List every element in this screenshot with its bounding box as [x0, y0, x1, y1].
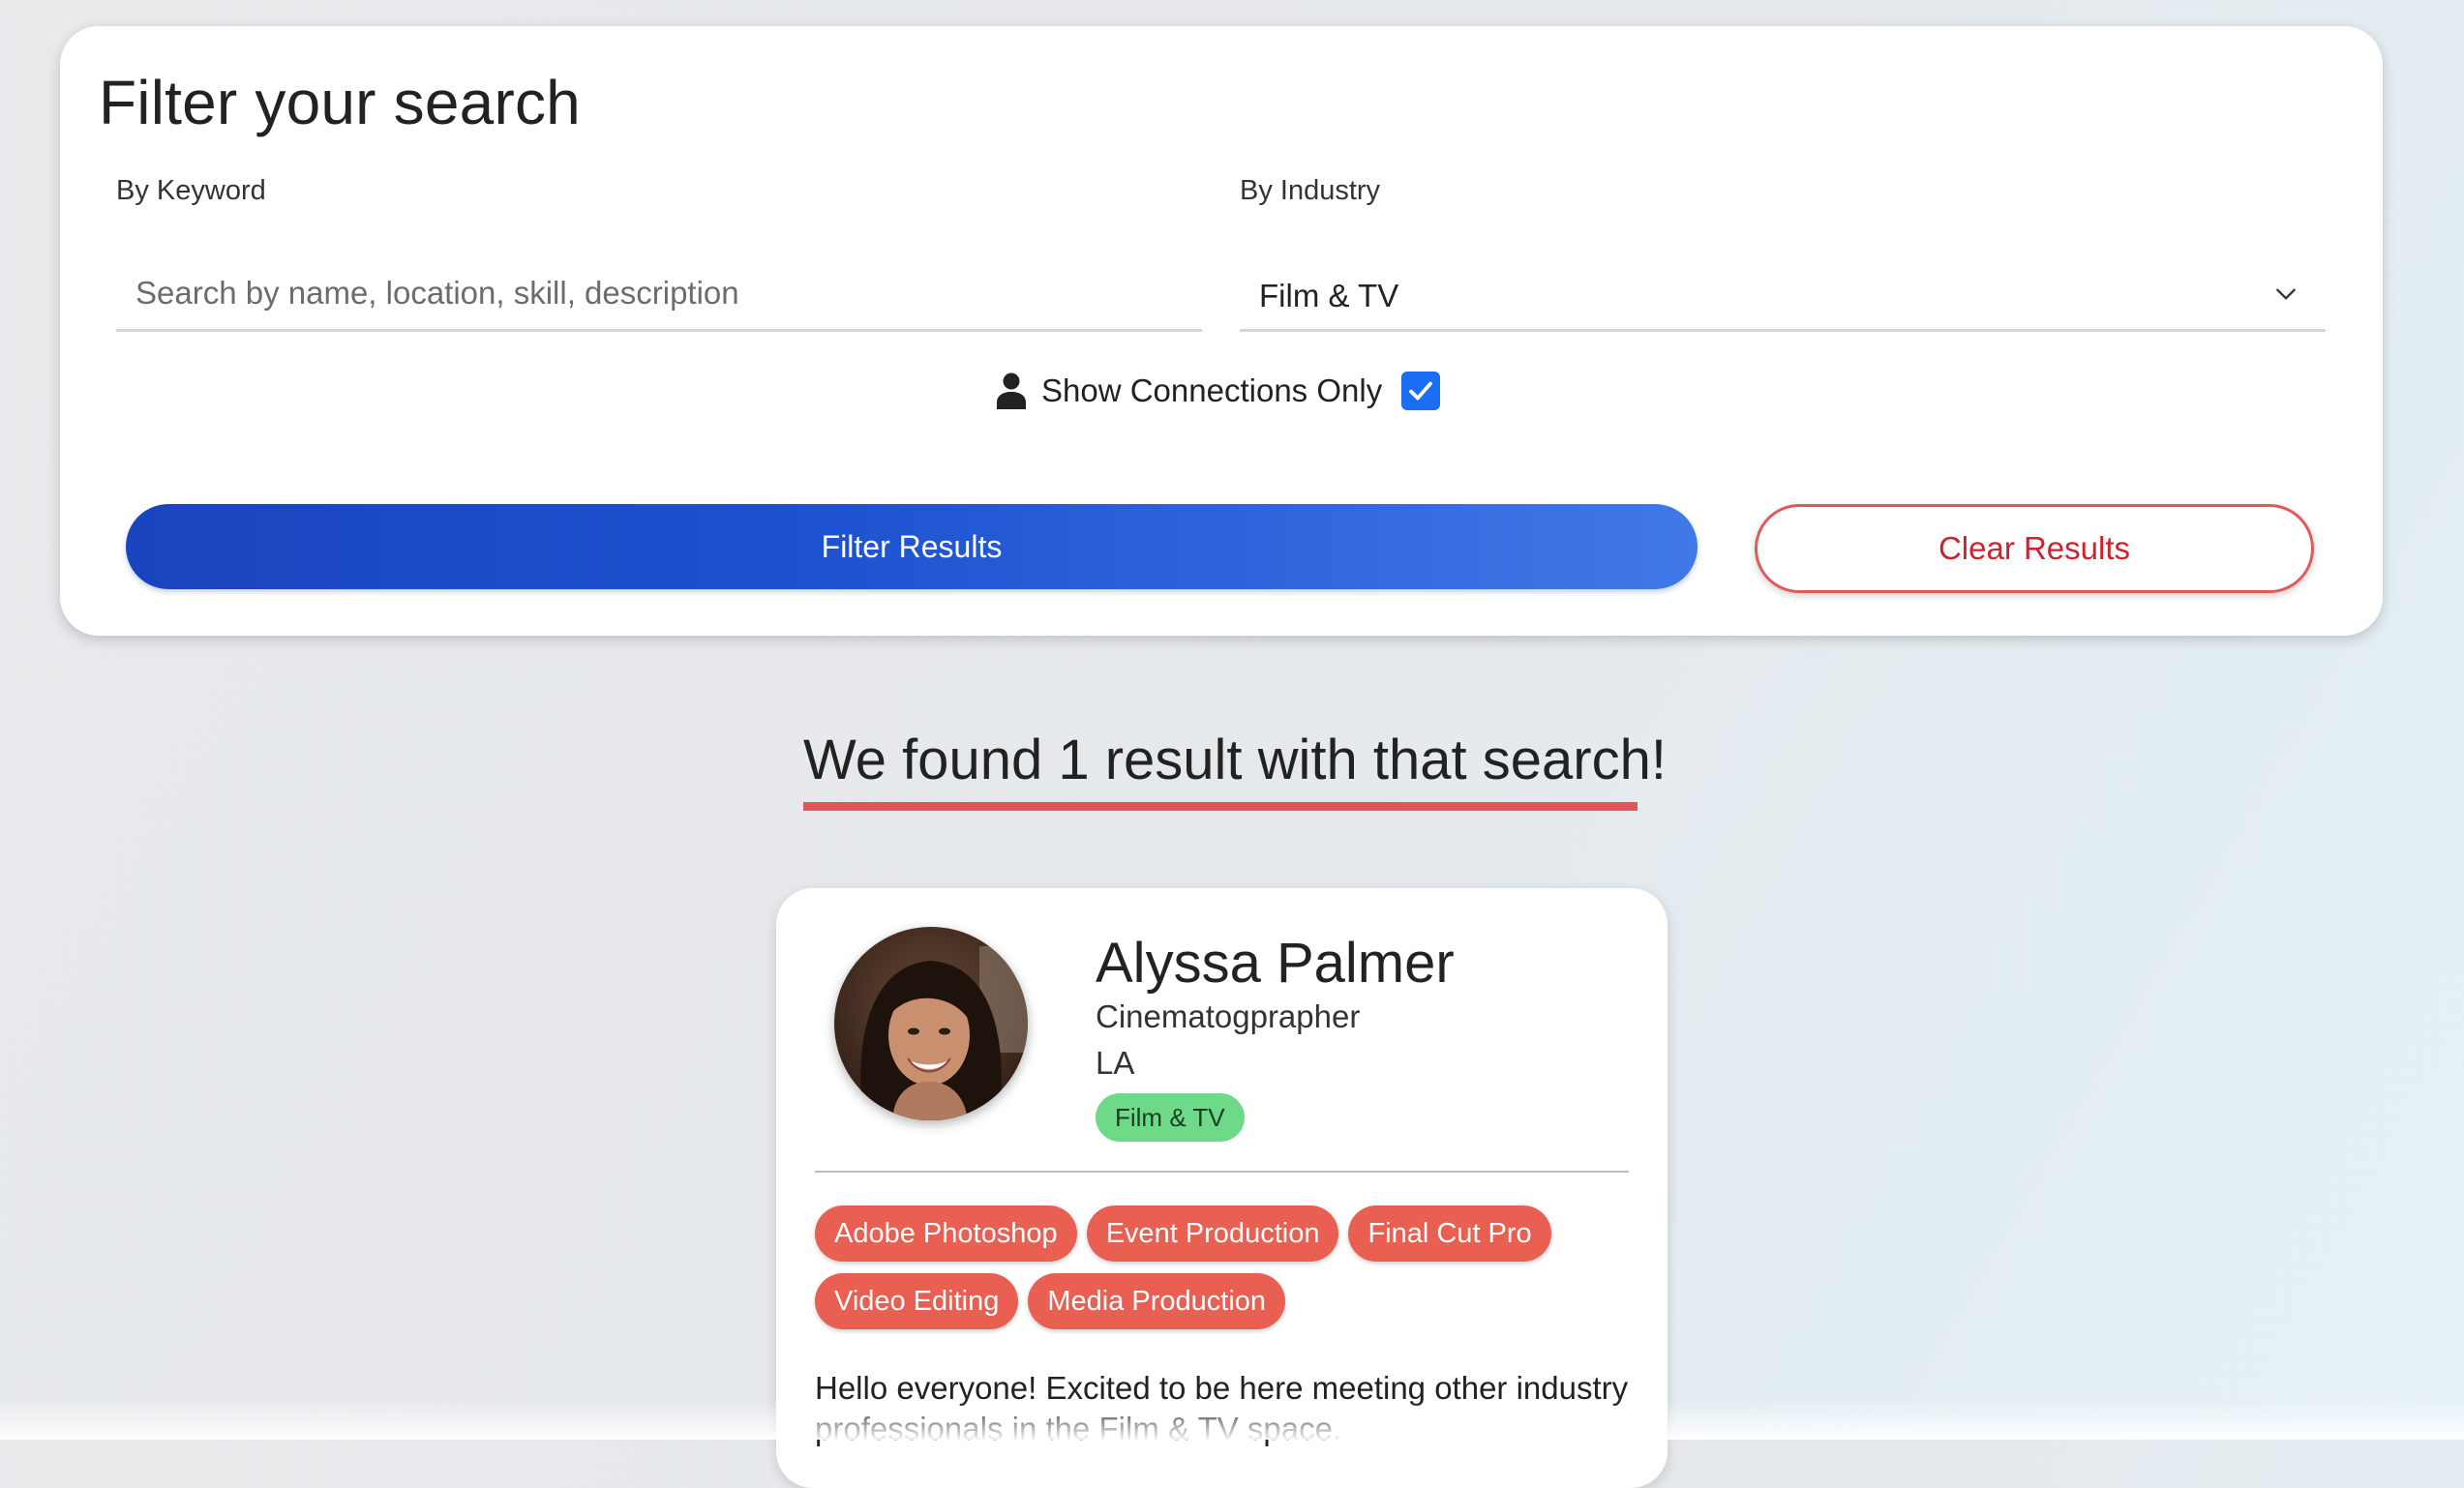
chevron-down-icon — [2276, 288, 2296, 300]
profile-card[interactable]: Alyssa Palmer Cinematogprapher LA Film &… — [776, 888, 1668, 1488]
card-divider — [815, 1171, 1629, 1173]
avatar[interactable] — [834, 927, 1028, 1120]
connections-label: Show Connections Only — [1041, 372, 1383, 408]
skills-row: Adobe Photoshop Event Production Final C… — [815, 1205, 1629, 1262]
results-heading: We found 1 result with that search! — [803, 729, 1667, 791]
clear-results-button[interactable]: Clear Results — [1755, 504, 2314, 593]
profile-job-title: Cinematogprapher — [1096, 998, 1361, 1034]
skills-row: Video Editing Media Production — [815, 1273, 1629, 1329]
industry-select[interactable]: Film & TV — [1240, 256, 2326, 332]
industry-selected-value: Film & TV — [1259, 278, 1399, 313]
keyword-label: By Keyword — [116, 175, 266, 206]
profile-location: LA — [1096, 1045, 1135, 1081]
filter-title: Filter your search — [99, 68, 581, 137]
results-heading-underline — [803, 802, 1638, 811]
person-icon — [997, 372, 1026, 409]
skill-tag: Final Cut Pro — [1348, 1205, 1551, 1262]
connections-toggle-row: Show Connections Only — [997, 367, 1441, 415]
profile-name[interactable]: Alyssa Palmer — [1096, 931, 1455, 996]
skill-tag: Event Production — [1086, 1205, 1339, 1262]
industry-label: By Industry — [1240, 175, 1381, 206]
profile-bio: Hello everyone! Excited to be here meeti… — [815, 1370, 1629, 1446]
skills-list: Adobe Photoshop Event Production Final C… — [815, 1205, 1629, 1341]
keyword-search-input[interactable] — [116, 256, 1202, 332]
skill-tag: Adobe Photoshop — [815, 1205, 1077, 1262]
skill-tag: Video Editing — [815, 1273, 1019, 1329]
filter-results-button[interactable]: Filter Results — [126, 504, 1698, 589]
filter-panel: Filter your search By Keyword By Industr… — [60, 26, 2383, 636]
industry-badge: Film & TV — [1096, 1093, 1245, 1142]
connections-checkbox[interactable] — [1401, 372, 1441, 410]
skill-tag: Media Production — [1028, 1273, 1286, 1329]
checkmark-icon — [1409, 381, 1433, 401]
avatar-photo — [834, 927, 1028, 1120]
